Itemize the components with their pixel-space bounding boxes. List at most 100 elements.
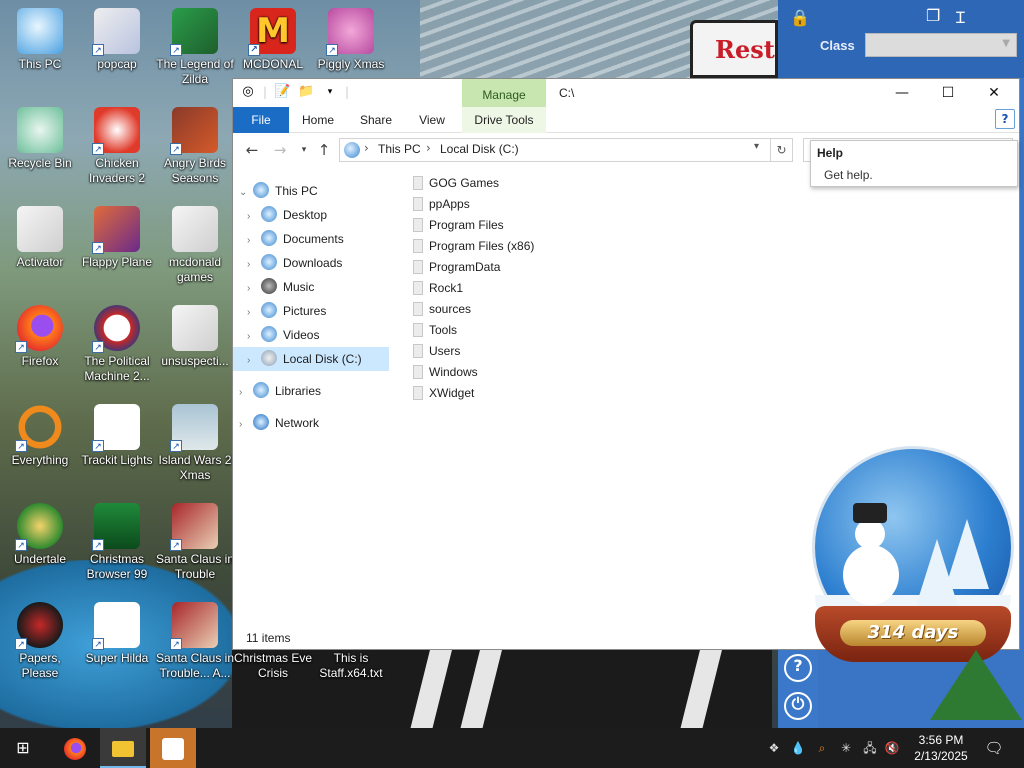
desktop-icon-undertale[interactable]: ↗ Undertale	[0, 503, 80, 567]
desktop-icon-popcap[interactable]: ↗ popcap	[77, 8, 157, 72]
chevron-right-icon[interactable]: ›	[247, 325, 261, 349]
nav-item-downloads[interactable]: › Downloads	[247, 251, 342, 275]
power-icon[interactable]: ⏻	[784, 692, 812, 720]
close-button[interactable]: ✕	[971, 79, 1017, 107]
class-select[interactable]: ▼	[865, 33, 1017, 57]
desktop-icon-angry-birds-seasons[interactable]: ↗ Angry Birds Seasons	[155, 107, 235, 186]
nav-item-documents[interactable]: › Documents	[247, 227, 344, 251]
breadcrumb-separator-icon[interactable]: ›	[426, 141, 431, 155]
desktop-icon-political-machine[interactable]: ↗ The Political Machine 2...	[77, 305, 157, 384]
desktop-icon-legend-of-zilda[interactable]: ↗ The Legend of Zilda	[155, 8, 235, 87]
forward-arrow-icon[interactable]: →	[271, 141, 289, 159]
maximize-button[interactable]: ☐	[925, 79, 971, 107]
breadcrumb-separator-icon[interactable]: ›	[364, 141, 369, 155]
tray-droplet-icon[interactable]: 💧	[790, 740, 806, 756]
nav-item-network[interactable]: › Network	[239, 411, 319, 435]
desktop-icon-firefox[interactable]: ↗ Firefox	[0, 305, 80, 369]
chevron-down-icon[interactable]: ▾	[754, 141, 759, 152]
list-item[interactable]: ProgramData	[413, 257, 500, 278]
chevron-right-icon[interactable]: ›	[247, 253, 261, 277]
chevron-right-icon[interactable]: ›	[247, 301, 261, 325]
chevron-right-icon[interactable]: ›	[247, 205, 261, 229]
title-bar[interactable]: ◎ | 📝 📁 ▾ | Manage C:\ — ☐ ✕	[233, 79, 1019, 107]
tab-view[interactable]: View	[409, 107, 455, 133]
list-item[interactable]: Rock1	[413, 278, 463, 299]
up-arrow-icon[interactable]: ↑	[315, 141, 333, 159]
help-icon[interactable]: ?	[995, 109, 1015, 129]
nav-item-libraries[interactable]: › Libraries	[239, 379, 321, 403]
list-item[interactable]: sources	[413, 299, 471, 320]
list-item[interactable]: XWidget	[413, 383, 474, 404]
minimize-button[interactable]: —	[879, 79, 925, 107]
new-folder-icon[interactable]: 📁	[297, 83, 315, 101]
nav-item-music[interactable]: › Music	[247, 275, 314, 299]
chevron-right-icon[interactable]: ›	[247, 277, 261, 301]
nav-item-this-pc[interactable]: ⌄ This PC	[239, 179, 318, 203]
list-item[interactable]: Program Files (x86)	[413, 236, 534, 257]
desktop-icon-flappy-plane[interactable]: ↗ Flappy Plane	[77, 206, 157, 270]
desktop-icon-mcdonald-games[interactable]: mcdonald games	[155, 206, 235, 285]
taskbar-file-explorer-icon[interactable]	[100, 728, 146, 768]
address-bar[interactable]: › This PC › Local Disk (C:) ▾	[339, 138, 771, 162]
breadcrumb-local-disk[interactable]: Local Disk (C:)	[440, 142, 519, 156]
shortcut-arrow-icon: ↗	[170, 44, 182, 56]
recent-locations-chevron-icon[interactable]: ▾	[295, 141, 313, 159]
tab-drive-tools[interactable]: Drive Tools	[462, 107, 546, 133]
desktop-icon-santa-claus-in-trouble-a[interactable]: ↗ Santa Claus in Trouble... A...	[155, 602, 235, 681]
desktop-icon-staff-txt[interactable]: This is Staff.x64.txt	[311, 651, 391, 681]
desktop-icon-mcdonal[interactable]: M ↗ MCDONAL	[233, 8, 313, 72]
nav-item-pictures[interactable]: › Pictures	[247, 299, 326, 323]
back-arrow-icon[interactable]: ←	[243, 141, 261, 159]
desktop-icon-recycle-bin[interactable]: Recycle Bin	[0, 107, 80, 171]
desktop-icon-santa-claus-in-trouble[interactable]: ↗ Santa Claus in Trouble	[155, 503, 235, 582]
breadcrumb-this-pc[interactable]: This PC	[378, 142, 421, 156]
desktop-icon-activator[interactable]: Activator	[0, 206, 80, 270]
list-item[interactable]: ppApps	[413, 194, 470, 215]
chevron-down-icon[interactable]: ▾	[321, 83, 339, 101]
question-icon[interactable]: ?	[784, 654, 812, 682]
tray-app-icon[interactable]: ❖	[766, 740, 782, 756]
manage-tab[interactable]: Manage	[462, 79, 546, 107]
nav-item-videos[interactable]: › Videos	[247, 323, 319, 347]
taskbar-clock[interactable]: 3:56 PM 2/13/2025	[898, 732, 984, 764]
list-item[interactable]: GOG Games	[413, 173, 499, 194]
tab-share[interactable]: Share	[353, 107, 399, 133]
windows-start-icon[interactable]: ⊞	[0, 728, 46, 768]
list-item[interactable]: Tools	[413, 320, 457, 341]
tab-home[interactable]: Home	[295, 107, 341, 133]
list-item[interactable]: Program Files	[413, 215, 504, 236]
taskbar-app-icon[interactable]	[150, 728, 196, 768]
desktop-icon-this-pc[interactable]: This PC	[0, 8, 80, 72]
chevron-right-icon[interactable]: ›	[247, 229, 261, 253]
network-icon[interactable]: 🖧	[862, 740, 878, 756]
chevron-right-icon[interactable]: ›	[239, 413, 253, 437]
desktop-icon-christmas-browser-99[interactable]: ↗ Christmas Browser 99	[77, 503, 157, 582]
text-cursor-icon[interactable]: Ɪ	[956, 6, 965, 28]
tab-file[interactable]: File	[233, 107, 289, 133]
taskbar-firefox-icon[interactable]	[52, 728, 98, 768]
folder-icon	[413, 239, 423, 253]
desktop-icon-super-hilda[interactable]: ↗ Super Hilda	[77, 602, 157, 666]
nav-item-desktop[interactable]: › Desktop	[247, 203, 327, 227]
list-item[interactable]: Windows	[413, 362, 478, 383]
desktop-icon-everything[interactable]: ↗ Everything	[0, 404, 80, 468]
tray-snowflake-icon[interactable]: ✳	[838, 740, 854, 756]
copy-icon[interactable]: ❐	[926, 6, 940, 25]
desktop-icon-island-wars-2-xmas[interactable]: ↗ Island Wars 2 Xmas	[155, 404, 235, 483]
notification-icon[interactable]: 🗨	[982, 736, 1006, 760]
desktop-icon-papers-please[interactable]: ↗ Papers, Please	[0, 602, 80, 681]
desktop-icon-piggly-xmas[interactable]: ↗ Piggly Xmas	[311, 8, 391, 72]
desktop-icon-chicken-invaders-2[interactable]: ↗ Chicken Invaders 2	[77, 107, 157, 186]
desktop-icon-trackit-lights[interactable]: ↗ Trackit Lights	[77, 404, 157, 468]
tray-search-icon[interactable]: ⌕	[814, 740, 830, 756]
desktop-icon-christmas-eve-crisis[interactable]: Christmas Eve Crisis	[233, 651, 313, 681]
chevron-down-icon[interactable]: ⌄	[239, 181, 253, 205]
refresh-icon[interactable]: ↻	[771, 138, 793, 162]
desktop-icon-unsuspecti[interactable]: unsuspecti...	[155, 305, 235, 369]
nav-item-local-disk[interactable]: › Local Disk (C:)	[233, 347, 389, 371]
chevron-right-icon[interactable]: ›	[247, 349, 261, 373]
properties-icon[interactable]: 📝	[273, 83, 291, 101]
list-item[interactable]: Users	[413, 341, 460, 362]
chevron-right-icon[interactable]: ›	[239, 381, 253, 405]
lock-icon[interactable]: 🔒	[790, 8, 810, 27]
